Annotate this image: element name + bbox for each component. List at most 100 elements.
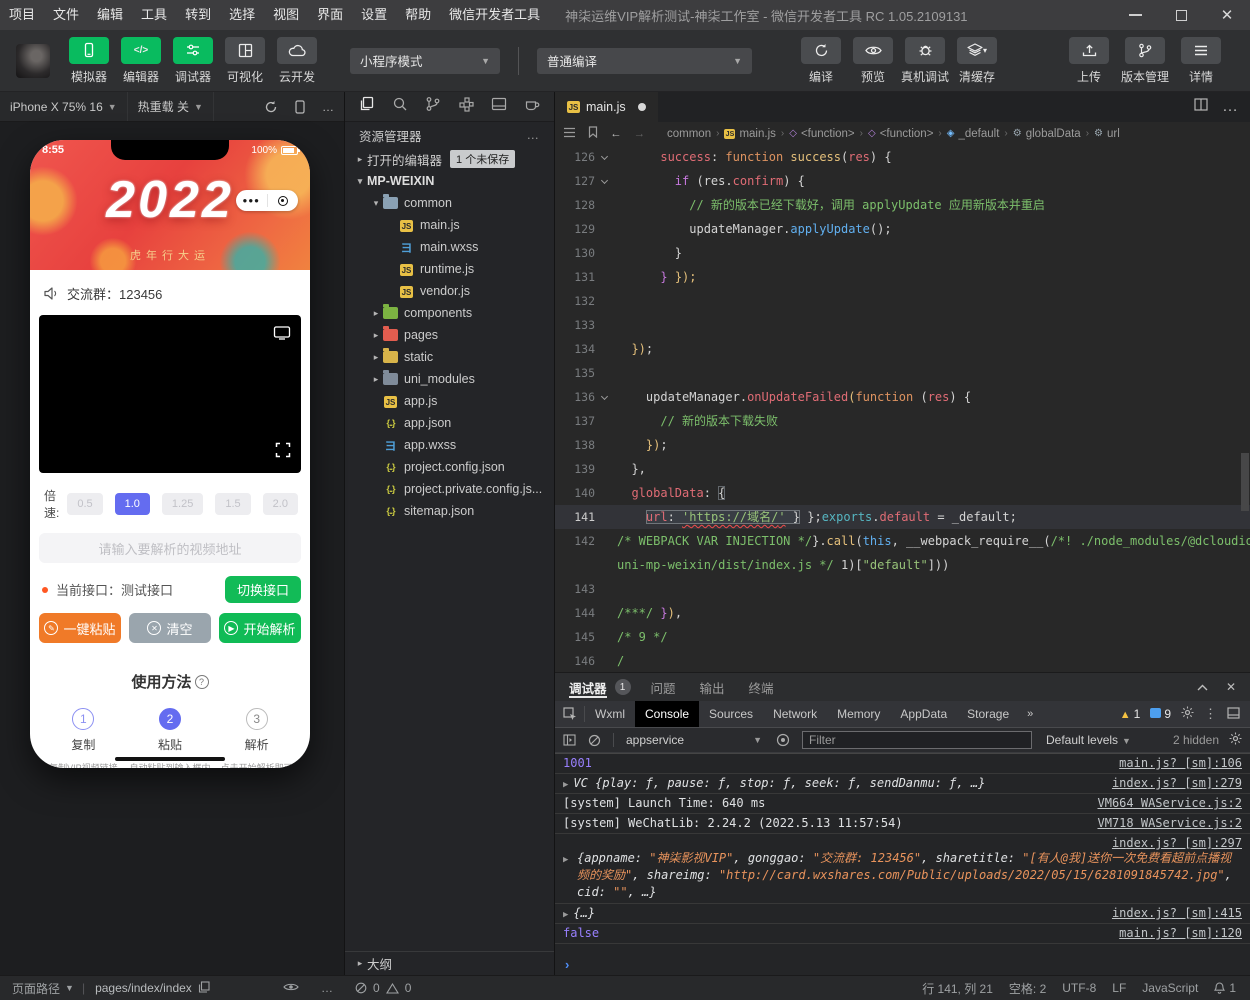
breadcrumb-item[interactable]: ◇<function> bbox=[789, 128, 854, 140]
video-player[interactable] bbox=[39, 315, 301, 473]
code-editor[interactable]: 126 success: function success(res) {127 … bbox=[555, 145, 1250, 672]
log-message[interactable]: 1001 bbox=[563, 756, 1103, 770]
forward-icon[interactable]: → bbox=[634, 128, 646, 140]
tree-item-static[interactable]: ▸static bbox=[345, 346, 554, 368]
devtools-tab-Memory[interactable]: Memory bbox=[827, 701, 890, 727]
device-select[interactable]: iPhone X 75% 16▼ bbox=[0, 92, 128, 121]
exit-icon[interactable] bbox=[268, 196, 299, 206]
toolbar-button-可视化[interactable]: 可视化 bbox=[222, 37, 268, 85]
speed-1.5[interactable]: 1.5 bbox=[215, 493, 250, 515]
kebab-menu-icon[interactable]: ⋮ bbox=[1204, 706, 1217, 722]
source-link[interactable]: index.js? [sm]:279 bbox=[1112, 776, 1242, 790]
tree-item-uni_modules[interactable]: ▸uni_modules bbox=[345, 368, 554, 390]
inspect-element-icon[interactable] bbox=[555, 706, 585, 722]
devtools-tab-AppData[interactable]: AppData bbox=[890, 701, 957, 727]
close-button[interactable]: ✕ bbox=[1204, 0, 1250, 30]
message-badge[interactable]: 9 bbox=[1150, 705, 1171, 723]
action-button-开始解析[interactable]: ▶开始解析 bbox=[219, 613, 301, 643]
search-icon[interactable] bbox=[392, 96, 408, 117]
debugger-tab-问题[interactable]: 问题 bbox=[651, 673, 676, 701]
log-message[interactable]: ▶VC {play: ƒ, pause: ƒ, stop: ƒ, seek: ƒ… bbox=[563, 776, 1096, 790]
action-button-一键粘贴[interactable]: ✎一键粘贴 bbox=[39, 613, 121, 643]
menu-编辑[interactable]: 编辑 bbox=[88, 0, 132, 30]
project-root-row[interactable]: ▾ MP-WEIXIN bbox=[345, 170, 554, 192]
menu-选择[interactable]: 选择 bbox=[220, 0, 264, 30]
mode-select[interactable]: 小程序模式 ▼ bbox=[350, 48, 500, 74]
tree-item-vendor.js[interactable]: JSvendor.js bbox=[345, 280, 554, 302]
log-message[interactable]: ▶{…} bbox=[563, 906, 1096, 920]
statusbar-item[interactable]: 行 141, 列 21 bbox=[922, 980, 993, 997]
statusbar-item[interactable]: UTF-8 bbox=[1062, 981, 1096, 995]
breadcrumb-item[interactable]: common bbox=[667, 128, 711, 140]
close-panel-icon[interactable]: ✕ bbox=[1226, 680, 1236, 694]
log-message[interactable]: false bbox=[563, 926, 1103, 940]
warning-badge[interactable]: ▲1 bbox=[1120, 705, 1141, 723]
files-icon[interactable] bbox=[359, 96, 375, 117]
menu-视图[interactable]: 视图 bbox=[264, 0, 308, 30]
outline-list-icon[interactable] bbox=[563, 127, 576, 141]
breadcrumb-item[interactable]: ◇<function> bbox=[868, 128, 933, 140]
hot-reload-select[interactable]: 热重载 关▼ bbox=[128, 92, 214, 121]
speed-1.25[interactable]: 1.25 bbox=[162, 493, 203, 515]
split-editor-icon[interactable] bbox=[1194, 98, 1208, 116]
toolbar-button-版本管理[interactable]: 版本管理 bbox=[1122, 37, 1168, 85]
breadcrumb-item[interactable]: ⚙url bbox=[1094, 128, 1120, 140]
eye-icon[interactable] bbox=[283, 981, 299, 995]
fold-chevron-icon[interactable] bbox=[595, 385, 613, 409]
phone-icon[interactable] bbox=[294, 100, 306, 114]
more-tabs-icon[interactable]: » bbox=[1019, 708, 1041, 720]
debugger-tab-输出[interactable]: 输出 bbox=[700, 673, 725, 701]
window-icon[interactable] bbox=[491, 96, 507, 117]
toolbar-button-上传[interactable]: 上传 bbox=[1066, 37, 1112, 85]
breadcrumb-item[interactable]: JSmain.js bbox=[724, 128, 775, 140]
statusbar-item[interactable]: LF bbox=[1112, 981, 1126, 995]
menu-项目[interactable]: 项目 bbox=[0, 0, 44, 30]
devtools-tab-Sources[interactable]: Sources bbox=[699, 701, 763, 727]
problems-summary[interactable]: 0 0 bbox=[345, 981, 555, 995]
back-icon[interactable]: ← bbox=[610, 128, 622, 140]
log-levels-select[interactable]: Default levels▼ bbox=[1046, 733, 1131, 747]
outline-section[interactable]: ▸ 大纲 bbox=[345, 951, 554, 975]
more-icon[interactable]: … bbox=[321, 981, 333, 995]
filter-input[interactable] bbox=[802, 731, 1032, 749]
log-message[interactable]: [system] Launch Time: 640 ms bbox=[563, 796, 1082, 810]
menu-帮助[interactable]: 帮助 bbox=[396, 0, 440, 30]
toolbar-button-调试器[interactable]: 调试器 bbox=[170, 37, 216, 85]
notification-bell[interactable]: 1 bbox=[1214, 981, 1236, 995]
expand-arrow-icon[interactable]: ▶ bbox=[563, 910, 568, 920]
menu-界面[interactable]: 界面 bbox=[308, 0, 352, 30]
speed-0.5[interactable]: 0.5 bbox=[67, 493, 102, 515]
toolbar-button-详情[interactable]: 详情 bbox=[1178, 37, 1224, 85]
log-object-preview[interactable]: ▶{appname: "神柒影视VIP", gonggao: "交流群: 123… bbox=[563, 850, 1242, 901]
sidebar-toggle-icon[interactable] bbox=[563, 734, 576, 746]
extensions-icon[interactable] bbox=[458, 96, 474, 117]
breadcrumb-item[interactable]: ⚙globalData bbox=[1013, 128, 1081, 140]
tv-cast-icon[interactable] bbox=[273, 325, 291, 345]
help-icon[interactable]: ? bbox=[195, 675, 209, 689]
gear-icon[interactable] bbox=[1181, 706, 1194, 722]
console-prompt[interactable]: › bbox=[555, 954, 1250, 975]
fold-chevron-icon[interactable] bbox=[595, 169, 613, 193]
tree-item-common[interactable]: ▾common bbox=[345, 192, 554, 214]
tree-item-components[interactable]: ▸components bbox=[345, 302, 554, 324]
toolbar-button-云开发[interactable]: 云开发 bbox=[274, 37, 320, 85]
video-url-input[interactable]: 请输入要解析的视频地址 bbox=[39, 533, 301, 563]
source-link[interactable]: main.js? [sm]:106 bbox=[1119, 756, 1242, 770]
git-branch-icon[interactable] bbox=[425, 96, 441, 117]
copy-icon[interactable] bbox=[198, 981, 210, 996]
collapse-icon[interactable] bbox=[1197, 680, 1208, 694]
toolbar-button-真机调试[interactable]: 真机调试 bbox=[902, 37, 948, 85]
toolbar-button-模拟器[interactable]: 模拟器 bbox=[66, 37, 112, 85]
eye-target-icon[interactable] bbox=[776, 733, 790, 747]
minimize-button[interactable] bbox=[1112, 0, 1158, 30]
tree-item-project.config.json[interactable]: {..}project.config.json bbox=[345, 456, 554, 478]
editor-scrollbar[interactable] bbox=[1241, 453, 1249, 511]
source-link[interactable]: VM664 WAService.js:2 bbox=[1098, 796, 1243, 810]
tree-item-sitemap.json[interactable]: {..}sitemap.json bbox=[345, 500, 554, 522]
tree-item-project.private.config.js...[interactable]: {..}project.private.config.js... bbox=[345, 478, 554, 500]
toolbar-button-清缓存[interactable]: ▾清缓存 bbox=[954, 37, 1000, 85]
tree-item-app.json[interactable]: {..}app.json bbox=[345, 412, 554, 434]
devtools-tab-Storage[interactable]: Storage bbox=[957, 701, 1019, 727]
context-select[interactable]: appservice ▼ bbox=[626, 733, 776, 747]
toolbar-button-编译[interactable]: 编译 bbox=[798, 37, 844, 85]
